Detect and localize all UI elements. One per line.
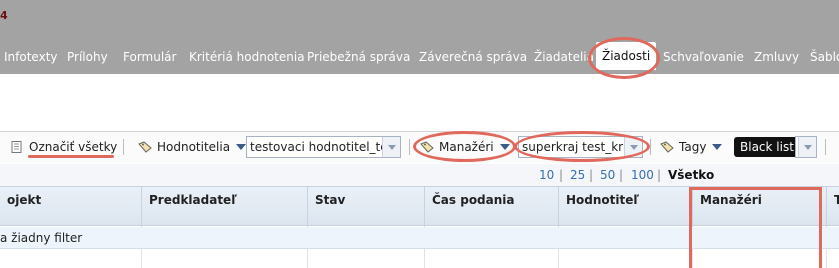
page-size-all[interactable]: Všetko — [668, 168, 714, 182]
tab-schvalovanie[interactable]: Schvaľovanie — [663, 46, 744, 68]
column-predkladatel[interactable]: Predkladateľ — [142, 187, 308, 227]
paging-separator: | — [657, 168, 662, 182]
dropdown-icon[interactable] — [624, 137, 642, 157]
dropdown-icon[interactable] — [798, 137, 816, 157]
column-truncated[interactable]: T — [827, 187, 839, 227]
tab-formular[interactable]: Formulár — [123, 46, 176, 68]
reviewer-select[interactable]: testovaci hodnotitel_test — [246, 136, 401, 158]
chevron-down-icon — [712, 144, 723, 150]
tab-zaverecna-sprava[interactable]: Záverečná správa — [419, 46, 527, 68]
tag-icon — [138, 141, 152, 153]
select-all-button[interactable]: Označiť všetky — [10, 137, 117, 157]
toolbar-divider — [123, 139, 124, 155]
managers-menu-button[interactable]: Manažéri — [420, 137, 510, 157]
page-size-selector: 10 | 25 | 50 | 100 | Všetko — [0, 164, 839, 186]
column-manazeri[interactable]: Manažéri — [693, 187, 827, 227]
paging-separator: | — [559, 168, 564, 182]
top-navigation-bar: 4 Infotexty Prílohy Formulár Kritériá ho… — [0, 0, 839, 74]
manager-select-value: superkraj test_kraj — [522, 140, 634, 154]
document-icon — [11, 141, 22, 153]
toolbar-divider — [650, 139, 651, 155]
tab-infotexty[interactable]: Infotexty — [4, 46, 58, 68]
page-size-50[interactable]: 50 — [600, 168, 615, 182]
tab-sablony[interactable]: Šablóny — [810, 46, 839, 68]
page-size-25[interactable]: 25 — [570, 168, 585, 182]
table-cell — [425, 249, 559, 268]
tag-icon — [420, 141, 434, 153]
managers-label: Manažéri — [439, 140, 494, 154]
reviewers-menu-button[interactable]: Hodnotitelia — [138, 137, 247, 157]
column-stav[interactable]: Stav — [308, 187, 425, 227]
tags-label: Tagy — [679, 140, 707, 154]
table-row[interactable] — [0, 249, 839, 268]
tab-prilohy[interactable]: Prílohy — [67, 46, 108, 68]
page-size-10[interactable]: 10 — [539, 168, 554, 182]
table-cell — [559, 249, 693, 268]
page-size-100[interactable]: 100 — [631, 168, 654, 182]
paging-separator: | — [589, 168, 594, 182]
blacklist-button[interactable]: Black list — [734, 137, 800, 157]
tab-zmluvy[interactable]: Zmluvy — [754, 46, 799, 68]
column-hodnotitel[interactable]: Hodnotiteľ — [559, 187, 693, 227]
grid-toolbar: Označiť všetky Hodnotitelia testovaci ho… — [0, 131, 839, 163]
header-fragment: 4 — [0, 9, 8, 22]
reviewers-label: Hodnotitelia — [157, 140, 231, 154]
chevron-down-icon — [236, 144, 247, 150]
column-projekt[interactable]: ojekt — [0, 187, 142, 227]
reviewer-select-value: testovaci hodnotitel_test — [250, 140, 399, 154]
toolbar-divider — [825, 139, 826, 155]
table-cell — [308, 249, 425, 268]
blacklist-dropdown[interactable] — [795, 136, 817, 158]
tags-menu-button[interactable]: Tagy — [660, 137, 723, 157]
table-cell — [0, 249, 142, 268]
filter-row: a žiadny filter — [0, 227, 839, 249]
manager-select[interactable]: superkraj test_kraj — [518, 136, 643, 158]
paging-separator: | — [619, 168, 624, 182]
chevron-down-icon — [499, 144, 510, 150]
dropdown-icon[interactable] — [382, 137, 400, 157]
tab-kriteria[interactable]: Kritériá hodnotenia — [189, 46, 305, 68]
table-header: ojekt Predkladateľ Stav Čas podania Hodn… — [0, 186, 839, 227]
tab-ziadatelia[interactable]: Žiadatelia — [534, 46, 594, 68]
select-all-label: Označiť všetky — [29, 140, 118, 154]
underline-select-all — [28, 155, 114, 158]
tab-ziadosti[interactable]: Žiadosti — [596, 42, 657, 70]
tag-icon — [660, 141, 674, 153]
table-cell — [142, 249, 308, 268]
table-cell — [693, 249, 827, 268]
filter-status-text: a žiadny filter — [0, 231, 83, 245]
toolbar-divider — [409, 139, 410, 155]
column-cas-podania[interactable]: Čas podania — [425, 187, 559, 227]
tab-priebezna-sprava[interactable]: Priebežná správa — [307, 46, 410, 68]
